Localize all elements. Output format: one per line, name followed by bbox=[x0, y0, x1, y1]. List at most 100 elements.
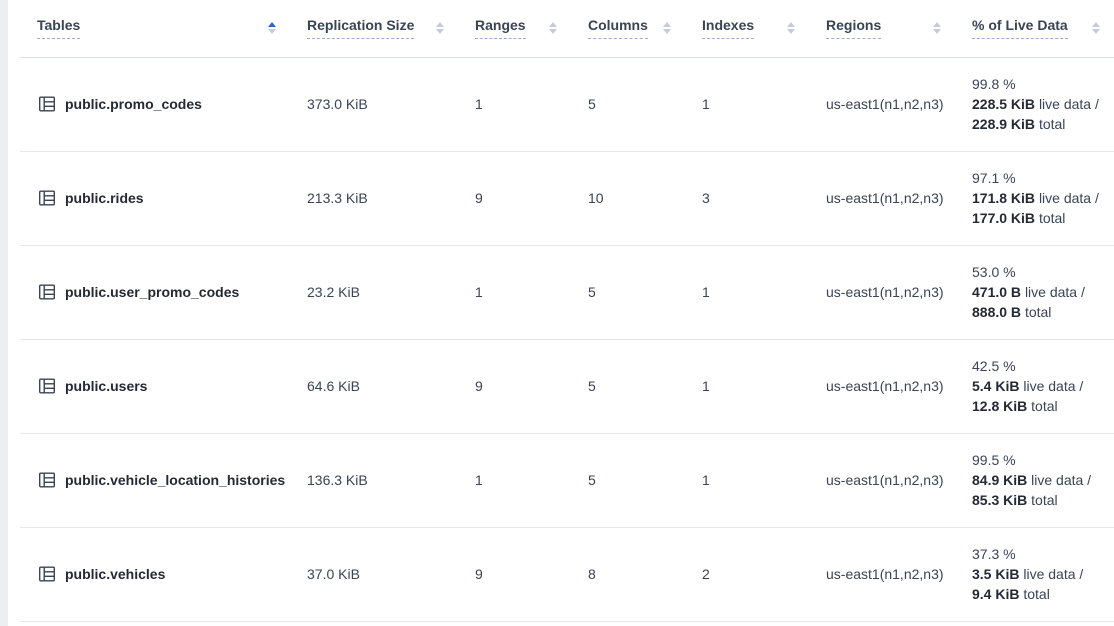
column-header-columns[interactable]: Columns bbox=[571, 0, 685, 57]
sort-arrows-icon[interactable] bbox=[933, 22, 941, 34]
live-percent: 53.0 % bbox=[972, 262, 1100, 282]
table-icon bbox=[37, 188, 57, 208]
total-size: 9.4 KiB bbox=[972, 586, 1019, 602]
sort-arrows-icon[interactable] bbox=[268, 22, 276, 34]
live-size: 171.8 KiB bbox=[972, 190, 1035, 206]
column-header-regions[interactable]: Regions bbox=[809, 0, 955, 57]
table-name[interactable]: public.rides bbox=[65, 190, 144, 206]
live-data-cell: 53.0 % 471.0 B live data / 888.0 B total bbox=[955, 245, 1114, 339]
table-row[interactable]: public.user_promo_codes 23.2 KiB 1 5 1 u… bbox=[20, 245, 1114, 339]
column-header-regions-label: Regions bbox=[826, 17, 881, 39]
live-percent: 97.1 % bbox=[972, 168, 1100, 188]
replication-size-cell: 213.3 KiB bbox=[290, 151, 458, 245]
columns-cell: 5 bbox=[571, 433, 685, 527]
column-header-live-data-label: % of Live Data bbox=[972, 17, 1068, 39]
indexes-cell: 1 bbox=[685, 245, 809, 339]
table-name-cell[interactable]: public.vehicle_location_histories bbox=[20, 433, 290, 527]
replication-size-cell: 64.6 KiB bbox=[290, 339, 458, 433]
page-left-gutter bbox=[0, 0, 8, 626]
replication-size-cell: 136.3 KiB bbox=[290, 433, 458, 527]
table-name[interactable]: public.user_promo_codes bbox=[65, 284, 239, 300]
live-suffix: live data / bbox=[1025, 284, 1085, 300]
indexes-cell: 1 bbox=[685, 57, 809, 151]
columns-cell: 5 bbox=[571, 57, 685, 151]
column-header-live-data[interactable]: % of Live Data bbox=[955, 0, 1114, 57]
column-header-tables[interactable]: Tables bbox=[20, 0, 290, 57]
column-header-replication-size[interactable]: Replication Size bbox=[290, 0, 458, 57]
live-size: 84.9 KiB bbox=[972, 472, 1027, 488]
table-icon bbox=[37, 94, 57, 114]
table-name-cell[interactable]: public.users bbox=[20, 339, 290, 433]
live-suffix: live data / bbox=[1023, 378, 1083, 394]
replication-size-cell: 37.0 KiB bbox=[290, 527, 458, 621]
live-suffix: live data / bbox=[1023, 566, 1083, 582]
total-suffix: total bbox=[1025, 304, 1051, 320]
ranges-cell: 9 bbox=[458, 527, 571, 621]
live-data-cell: 97.1 % 171.8 KiB live data / 177.0 KiB t… bbox=[955, 151, 1114, 245]
ranges-cell: 9 bbox=[458, 339, 571, 433]
table-row[interactable]: public.vehicle_location_histories 136.3 … bbox=[20, 433, 1114, 527]
total-suffix: total bbox=[1031, 492, 1057, 508]
sort-arrows-icon[interactable] bbox=[436, 22, 444, 34]
live-percent: 99.8 % bbox=[972, 74, 1100, 94]
sort-arrows-icon[interactable] bbox=[787, 22, 795, 34]
table-icon bbox=[37, 282, 57, 302]
live-size: 5.4 KiB bbox=[972, 378, 1019, 394]
sort-arrows-icon[interactable] bbox=[663, 22, 671, 34]
table-row[interactable]: public.promo_codes 373.0 KiB 1 5 1 us-ea… bbox=[20, 57, 1114, 151]
live-suffix: live data / bbox=[1039, 96, 1099, 112]
live-suffix: live data / bbox=[1039, 190, 1099, 206]
total-suffix: total bbox=[1031, 398, 1057, 414]
table-name[interactable]: public.promo_codes bbox=[65, 96, 202, 112]
indexes-cell: 1 bbox=[685, 433, 809, 527]
table-name-cell[interactable]: public.user_promo_codes bbox=[20, 245, 290, 339]
table-name[interactable]: public.users bbox=[65, 378, 147, 394]
sort-arrows-icon[interactable] bbox=[1092, 22, 1100, 34]
total-size: 888.0 B bbox=[972, 304, 1021, 320]
tables-list-table: Tables Replication Size Ranges Columns bbox=[20, 0, 1114, 622]
column-header-indexes[interactable]: Indexes bbox=[685, 0, 809, 57]
live-suffix: live data / bbox=[1031, 472, 1091, 488]
table-row[interactable]: public.vehicles 37.0 KiB 9 8 2 us-east1(… bbox=[20, 527, 1114, 621]
total-suffix: total bbox=[1039, 210, 1065, 226]
live-size: 3.5 KiB bbox=[972, 566, 1019, 582]
columns-cell: 10 bbox=[571, 151, 685, 245]
live-percent: 37.3 % bbox=[972, 544, 1100, 564]
total-size: 177.0 KiB bbox=[972, 210, 1035, 226]
indexes-cell: 3 bbox=[685, 151, 809, 245]
indexes-cell: 1 bbox=[685, 339, 809, 433]
live-data-cell: 99.5 % 84.9 KiB live data / 85.3 KiB tot… bbox=[955, 433, 1114, 527]
columns-cell: 5 bbox=[571, 339, 685, 433]
table-icon bbox=[37, 564, 57, 584]
column-header-ranges-label: Ranges bbox=[475, 17, 526, 39]
ranges-cell: 1 bbox=[458, 57, 571, 151]
table-name-cell[interactable]: public.rides bbox=[20, 151, 290, 245]
ranges-cell: 9 bbox=[458, 151, 571, 245]
regions-cell: us-east1(n1,n2,n3) bbox=[809, 57, 955, 151]
live-size: 228.5 KiB bbox=[972, 96, 1035, 112]
replication-size-cell: 373.0 KiB bbox=[290, 57, 458, 151]
replication-size-cell: 23.2 KiB bbox=[290, 245, 458, 339]
total-suffix: total bbox=[1039, 116, 1065, 132]
live-percent: 42.5 % bbox=[972, 356, 1100, 376]
table-name-cell[interactable]: public.vehicles bbox=[20, 527, 290, 621]
column-header-ranges[interactable]: Ranges bbox=[458, 0, 571, 57]
columns-cell: 5 bbox=[571, 245, 685, 339]
regions-cell: us-east1(n1,n2,n3) bbox=[809, 245, 955, 339]
column-header-replication-size-label: Replication Size bbox=[307, 17, 414, 39]
table-name[interactable]: public.vehicles bbox=[65, 566, 165, 582]
table-icon bbox=[37, 470, 57, 490]
table-row[interactable]: public.users 64.6 KiB 9 5 1 us-east1(n1,… bbox=[20, 339, 1114, 433]
database-tables-panel: Tables Replication Size Ranges Columns bbox=[20, 0, 1114, 622]
indexes-cell: 2 bbox=[685, 527, 809, 621]
table-name[interactable]: public.vehicle_location_histories bbox=[65, 472, 285, 488]
table-name-cell[interactable]: public.promo_codes bbox=[20, 57, 290, 151]
regions-cell: us-east1(n1,n2,n3) bbox=[809, 433, 955, 527]
table-row[interactable]: public.rides 213.3 KiB 9 10 3 us-east1(n… bbox=[20, 151, 1114, 245]
total-suffix: total bbox=[1023, 586, 1049, 602]
sort-arrows-icon[interactable] bbox=[549, 22, 557, 34]
column-header-indexes-label: Indexes bbox=[702, 17, 754, 39]
table-icon bbox=[37, 376, 57, 396]
table-header-row: Tables Replication Size Ranges Columns bbox=[20, 0, 1114, 57]
regions-cell: us-east1(n1,n2,n3) bbox=[809, 339, 955, 433]
